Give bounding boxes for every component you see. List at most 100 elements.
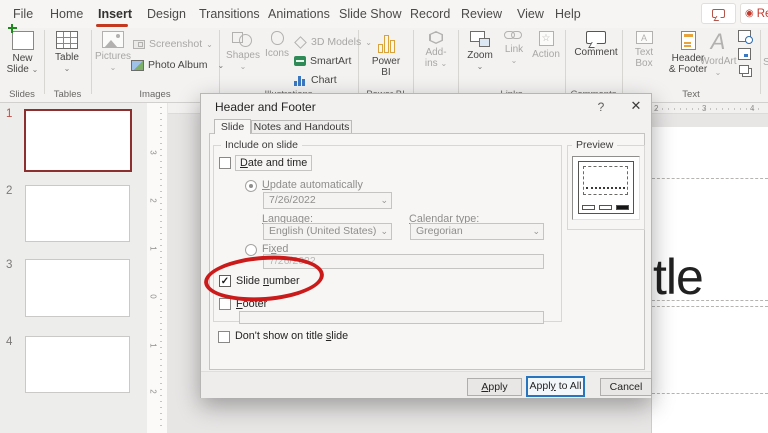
date-time-insert-button[interactable]: [738, 30, 751, 42]
power-bi-button[interactable]: Power BI: [365, 30, 407, 88]
fixed-radio: [245, 244, 257, 256]
3d-models-icon: [294, 36, 307, 49]
tab-home[interactable]: Home: [50, 7, 83, 21]
date-time-checkbox[interactable]: [219, 157, 231, 169]
smartart-icon: [294, 56, 306, 66]
tab-view[interactable]: View: [517, 7, 544, 21]
preview-footer-box: [599, 205, 612, 210]
cancel-button[interactable]: Cancel: [600, 378, 652, 396]
slide-thumbnail-3[interactable]: [25, 259, 130, 317]
chevron-down-icon: ⌄: [218, 61, 225, 70]
object-insert-button[interactable]: [739, 65, 749, 74]
tab-record[interactable]: Record: [410, 7, 450, 21]
ruler-number: 3: [702, 104, 706, 113]
apply-to-all-button[interactable]: Apply to All: [526, 376, 585, 397]
menubar: File Home Insert Design Transitions Anim…: [0, 0, 768, 28]
ruler-number: 4: [750, 104, 754, 113]
button-label: Comment: [572, 47, 620, 58]
dialog-tab-slide[interactable]: Slide: [214, 119, 251, 134]
preview-slide-number-box: [616, 205, 629, 210]
group-divider: [44, 30, 45, 94]
link-icon: [504, 31, 524, 41]
date-time-icon: [738, 30, 751, 42]
apply-button[interactable]: Apply: [467, 378, 522, 396]
wordart-button: A WordArt ⌄: [700, 30, 736, 88]
group-divider: [458, 30, 459, 94]
footer-text-input: [239, 311, 544, 324]
3d-models-button: 3D Models ⌄: [294, 36, 372, 48]
date-time-label[interactable]: Date and time: [235, 155, 312, 171]
slide-thumbnail-1[interactable]: [24, 109, 132, 172]
chart-icon: [294, 75, 307, 86]
tab-design[interactable]: Design: [147, 7, 186, 21]
screenshot-icon: [133, 40, 145, 49]
tab-file[interactable]: File: [13, 7, 33, 21]
object-icon: [739, 65, 749, 74]
tab-slide-show[interactable]: Slide Show: [339, 7, 402, 21]
tab-transitions[interactable]: Transitions: [199, 7, 260, 21]
dont-show-title-label[interactable]: Don't show on title slide: [235, 330, 348, 342]
comment-icon: [712, 9, 725, 18]
slide-number-insert-button[interactable]: [738, 48, 751, 60]
zoom-icon: [470, 31, 490, 47]
help-icon[interactable]: ?: [593, 100, 609, 114]
power-bi-icon: [375, 31, 397, 53]
text-box-button: A Text Box: [626, 30, 662, 88]
text-box-icon: A: [636, 31, 653, 44]
tab-review[interactable]: Review: [461, 7, 502, 21]
ruler-number: 3: [149, 150, 158, 154]
date-dropdown: 7/26/2022 ⌄: [263, 192, 392, 209]
language-value: English (United States): [269, 225, 376, 237]
shapes-icon: [231, 31, 255, 47]
button-label: Photo Album: [148, 59, 208, 71]
comment-button[interactable]: Comment: [572, 30, 620, 88]
button-label: Table: [46, 52, 88, 63]
slide-number-label: 1: [6, 108, 12, 120]
dont-show-title-checkbox[interactable]: [218, 331, 230, 343]
new-slide-button[interactable]: New Slide ⌄: [2, 30, 43, 88]
preview-mini-slide: [578, 161, 634, 214]
record-quick-button[interactable]: ◉ Re: [740, 3, 768, 24]
add-ins-button: Add- ins ⌄: [417, 30, 455, 88]
add-ins-icon: [429, 31, 443, 44]
slide-editing-surface[interactable]: tle: [651, 127, 768, 433]
tab-insert[interactable]: Insert: [98, 7, 132, 21]
tab-animations[interactable]: Animations: [268, 7, 330, 21]
radio-dot: [249, 184, 253, 188]
button-label: Zoom: [462, 50, 498, 61]
chart-button[interactable]: Chart: [294, 74, 337, 86]
tab-help[interactable]: Help: [555, 7, 581, 21]
comment-quick-button[interactable]: [701, 3, 736, 24]
slide-title-placeholder-text[interactable]: tle: [653, 248, 703, 306]
zoom-button[interactable]: Zoom ⌄: [462, 30, 498, 88]
table-button[interactable]: Table ⌄: [46, 30, 88, 88]
slide-thumbnail-2[interactable]: [25, 185, 130, 242]
button-label: 3D Models: [311, 36, 361, 48]
date-value: 7/26/2022: [269, 194, 316, 206]
button-label: New: [2, 53, 43, 64]
dialog-tab-notes-handouts[interactable]: Notes and Handouts: [251, 120, 352, 134]
photo-album-button[interactable]: Photo Album ⌄: [131, 59, 224, 71]
shapes-button: Shapes ⌄: [226, 30, 260, 88]
group-divider: [91, 30, 92, 94]
record-label: Re: [757, 8, 768, 20]
comment-icon: [586, 31, 606, 44]
smartart-button[interactable]: SmartArt: [294, 55, 351, 67]
slide-thumbnail-panel: 1 2 3 4: [0, 103, 147, 433]
button-label: Pictures: [94, 51, 132, 62]
close-icon[interactable]: ✕: [627, 98, 645, 114]
button-label: BI: [365, 67, 407, 78]
slide-thumbnail-4[interactable]: [25, 336, 130, 393]
group-divider: [760, 30, 761, 94]
screenshot-button: Screenshot ⌄: [133, 38, 213, 50]
link-button: Link ⌄: [500, 30, 528, 88]
footer-checkbox[interactable]: [219, 298, 231, 310]
icons-icon: [271, 31, 284, 45]
chevron-down-icon: ⌄: [380, 224, 388, 239]
action-icon: ☆: [539, 31, 554, 46]
pictures-button: Pictures ⌄: [94, 30, 132, 88]
ruler-ticks: [160, 107, 162, 429]
update-automatically-label: Update automatically: [262, 179, 363, 191]
preview-text-squiggle: [586, 187, 625, 189]
slide-number-label: 3: [6, 259, 12, 271]
